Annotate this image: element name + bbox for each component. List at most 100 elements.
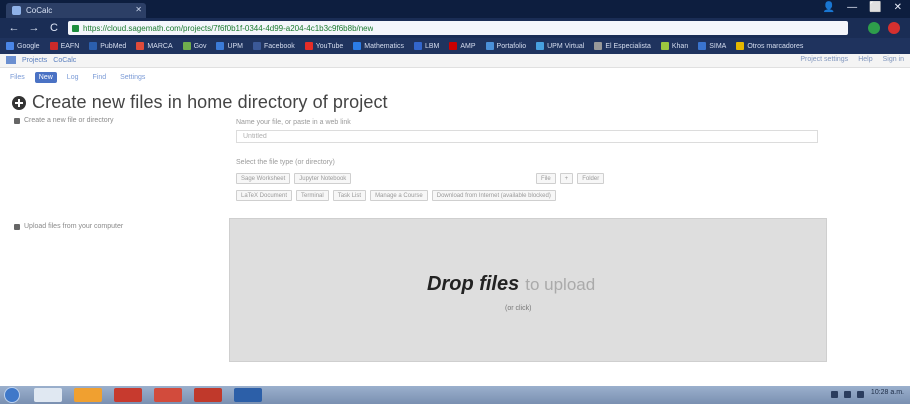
file-type-button[interactable]: Jupyter Notebook bbox=[294, 173, 352, 184]
tab-log[interactable]: Log bbox=[63, 72, 83, 83]
bookmark-icon bbox=[594, 42, 603, 50]
bookmark-item[interactable]: Khan bbox=[660, 42, 688, 50]
bookmark-label: UPM Virtual bbox=[547, 42, 585, 50]
os-taskbar: 10:28 a.m. bbox=[0, 386, 910, 404]
appbar-link[interactable]: Help bbox=[858, 56, 872, 63]
tab-files[interactable]: Files bbox=[6, 72, 29, 83]
bookmark-item[interactable]: Google bbox=[6, 42, 40, 50]
bookmark-item[interactable]: LBM bbox=[413, 42, 439, 50]
extension-icon[interactable] bbox=[888, 22, 900, 34]
bookmark-item[interactable]: SIMA bbox=[698, 42, 726, 50]
bookmark-item[interactable]: El Especialista bbox=[594, 42, 651, 50]
bookmark-label: YouTube bbox=[315, 42, 344, 50]
plus-icon bbox=[14, 117, 20, 124]
bookmark-item[interactable]: Gov bbox=[182, 42, 207, 50]
file-type-button[interactable]: LaTeX Document bbox=[236, 190, 293, 201]
close-window-button[interactable]: ✕ bbox=[894, 2, 902, 13]
taskbar-app-icon[interactable] bbox=[154, 388, 182, 402]
file-type-button[interactable]: Terminal bbox=[296, 190, 329, 201]
bookmark-item[interactable]: Facebook bbox=[253, 42, 295, 50]
page-title: Create new files in home directory of pr… bbox=[12, 92, 388, 113]
taskbar-app-icon[interactable] bbox=[234, 388, 262, 402]
bookmark-item[interactable]: EAFN bbox=[49, 42, 80, 50]
project-name: CoCalc bbox=[53, 56, 77, 64]
tab-close-icon[interactable]: ✕ bbox=[135, 5, 142, 14]
start-button[interactable] bbox=[4, 387, 20, 403]
screen: CoCalc ✕ 👤 — ⬜ ✕ ← → C ⌂ https://cloud.s… bbox=[0, 0, 910, 404]
bookmark-label: Otros marcadores bbox=[747, 42, 804, 50]
bookmark-icon bbox=[736, 42, 745, 50]
upload-section-text: Upload files from your computer bbox=[24, 223, 124, 230]
or-click-text: (or click) bbox=[505, 305, 532, 312]
bookmark-icon bbox=[660, 42, 669, 50]
file-type-button[interactable]: File bbox=[536, 173, 556, 184]
back-button[interactable]: ← bbox=[8, 22, 20, 34]
user-icon[interactable]: 👤 bbox=[823, 2, 835, 13]
tab-new[interactable]: New bbox=[34, 72, 57, 83]
bookmark-icon bbox=[6, 42, 14, 50]
bookmark-item[interactable]: Otros marcadores bbox=[736, 42, 803, 50]
maximize-button[interactable]: ⬜ bbox=[869, 2, 881, 13]
reload-button[interactable]: C bbox=[48, 22, 60, 34]
file-type-button[interactable]: + bbox=[559, 173, 574, 184]
url-text: https://cloud.sagemath.com/projects/7f6f… bbox=[83, 23, 374, 33]
file-type-button[interactable]: Folder bbox=[577, 173, 605, 184]
bookmark-label: Gov bbox=[193, 42, 207, 50]
taskbar-app-icon[interactable] bbox=[114, 388, 142, 402]
bookmark-label: EAFN bbox=[60, 42, 80, 50]
lock-icon bbox=[72, 24, 79, 32]
bookmark-icon bbox=[536, 42, 545, 50]
bookmark-item[interactable]: YouTube bbox=[304, 42, 344, 50]
file-type-button[interactable]: Sage Worksheet bbox=[236, 173, 291, 184]
bookmark-label: AMP bbox=[460, 42, 476, 50]
projects-label: Projects bbox=[22, 56, 48, 64]
projects-tab[interactable]: Projects CoCalc bbox=[6, 56, 76, 64]
bookmark-item[interactable]: UPM Virtual bbox=[536, 42, 584, 50]
file-type-button[interactable]: Download from Internet (available blocke… bbox=[431, 190, 556, 201]
filename-input[interactable] bbox=[236, 130, 818, 143]
bookmarks-bar: Google EAFN PubMed MARCA Gov UPM Facebook YouTu… bbox=[0, 38, 910, 54]
tray-icon[interactable] bbox=[831, 391, 838, 398]
bookmark-icon bbox=[698, 42, 707, 50]
file-type-button[interactable]: Manage a Course bbox=[370, 190, 428, 201]
taskbar-clock: 10:28 a.m. bbox=[870, 389, 904, 396]
appbar-link[interactable]: Sign in bbox=[883, 56, 904, 63]
bookmark-item[interactable]: Portafolio bbox=[485, 42, 527, 50]
minimize-button[interactable]: — bbox=[847, 2, 857, 13]
bookmark-item[interactable]: MARCA bbox=[136, 42, 173, 50]
bookmark-icon bbox=[449, 42, 458, 50]
bookmark-label: Portafolio bbox=[496, 42, 527, 50]
bookmark-icon bbox=[216, 42, 225, 50]
bookmark-icon bbox=[253, 42, 262, 50]
taskbar-app-icon[interactable] bbox=[74, 388, 102, 402]
tab-find[interactable]: Find bbox=[88, 72, 110, 83]
bookmark-label: PubMed bbox=[100, 42, 127, 50]
upload-section-label: Upload files from your computer bbox=[14, 223, 123, 230]
tray-icon[interactable] bbox=[857, 391, 864, 398]
extension-icon[interactable] bbox=[868, 22, 880, 34]
file-type-button[interactable]: Task List bbox=[332, 190, 367, 201]
bookmark-label: Facebook bbox=[264, 42, 295, 50]
url-field[interactable]: https://cloud.sagemath.com/projects/7f6f… bbox=[68, 21, 848, 35]
taskbar-app-icon[interactable] bbox=[194, 388, 222, 402]
upload-dropzone[interactable]: Drop files to upload (or click) bbox=[229, 218, 827, 362]
bookmark-item[interactable]: AMP bbox=[449, 42, 476, 50]
browser-tabstrip: CoCalc ✕ 👤 — ⬜ ✕ bbox=[0, 0, 910, 18]
bookmark-icon bbox=[485, 42, 494, 50]
forward-button[interactable]: → bbox=[28, 22, 40, 34]
create-section-label: Create a new file or directory bbox=[14, 117, 113, 124]
bookmark-item[interactable]: Mathematics bbox=[353, 42, 404, 50]
tab-settings[interactable]: Settings bbox=[116, 72, 149, 83]
taskbar-app-icon[interactable] bbox=[34, 388, 62, 402]
app-header: Projects CoCalc Project settings Help Sign… bbox=[0, 54, 910, 68]
appbar-link[interactable]: Project settings bbox=[800, 56, 848, 63]
page-title-text: Create new files in home directory of pr… bbox=[32, 92, 388, 112]
bookmark-icon bbox=[89, 42, 98, 50]
bookmark-label: Google bbox=[17, 42, 40, 50]
bookmark-icon bbox=[304, 42, 313, 50]
bookmark-item[interactable]: UPM bbox=[216, 42, 243, 50]
file-type-buttons-row-1: Sage Worksheet Jupyter Notebook bbox=[236, 173, 352, 184]
browser-tab[interactable]: CoCalc ✕ bbox=[6, 3, 146, 18]
bookmark-item[interactable]: PubMed bbox=[89, 42, 126, 50]
tray-icon[interactable] bbox=[844, 391, 851, 398]
